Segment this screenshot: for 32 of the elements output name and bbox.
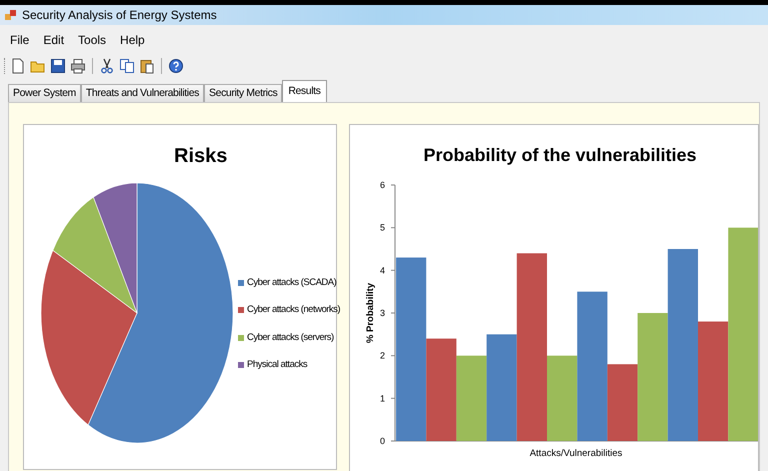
- legend-label: Cyber attacks (SCADA): [247, 276, 336, 290]
- menu-item[interactable]: Help: [120, 31, 145, 49]
- x-axis-title: Attacks/Vulnerabilities: [530, 448, 622, 459]
- clipboard-icon[interactable]: [139, 58, 155, 74]
- tab[interactable]: Power System: [8, 84, 81, 102]
- axis-tick-label: 4: [380, 265, 385, 276]
- chart-title: Risks: [174, 144, 228, 169]
- new-file-icon[interactable]: [10, 58, 26, 74]
- legend-label: Cyber attacks (servers): [247, 330, 334, 344]
- app-icon: [4, 8, 18, 22]
- menu-item[interactable]: Edit: [43, 31, 64, 49]
- menu-item[interactable]: Tools: [78, 31, 106, 49]
- tab[interactable]: Security Metrics: [204, 84, 282, 102]
- axis-tick-label: 6: [380, 180, 385, 190]
- legend-label: Cyber attacks (networks): [247, 303, 340, 318]
- tab[interactable]: Threats and Vulnerabilities: [80, 84, 204, 102]
- copy-icon[interactable]: [119, 58, 135, 74]
- scissors-icon[interactable]: [99, 58, 115, 74]
- axis-tick-label: 5: [380, 222, 385, 233]
- legend-label: Physical attacks: [247, 358, 308, 372]
- y-axis-title: % Probability: [365, 282, 376, 344]
- save-icon[interactable]: [50, 58, 66, 74]
- chart-title: Probability of the vulnerabilities: [423, 145, 697, 165]
- help-icon[interactable]: [168, 58, 184, 74]
- tab[interactable]: Results: [282, 80, 327, 102]
- axis-tick-label: 0: [380, 436, 385, 446]
- axis-tick-label: 1: [380, 393, 385, 404]
- axis-tick-label: 2: [380, 350, 385, 361]
- printer-icon[interactable]: [70, 58, 86, 74]
- axis-tick-label: 3: [380, 308, 385, 318]
- window-title: Security Analysis of Energy Systems: [22, 7, 217, 24]
- menu-item[interactable]: File: [10, 31, 30, 49]
